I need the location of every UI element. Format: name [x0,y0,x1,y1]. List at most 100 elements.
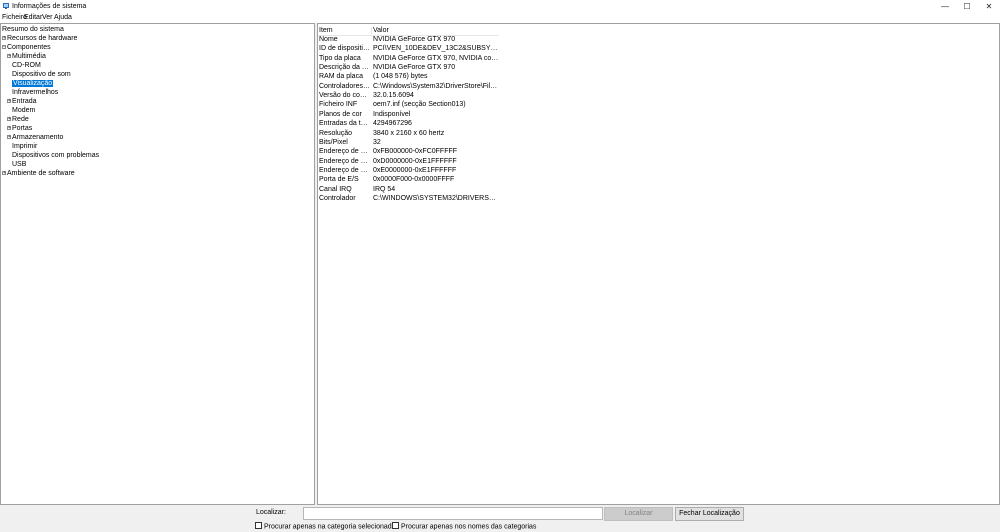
column-header-item[interactable]: Item [319,26,333,35]
tree-item-label: Armazenamento [12,134,64,141]
menu-bar: Ficheiro Editar Ver Ajuda [0,13,1000,23]
table-row[interactable]: Descrição da placaNVIDIA GeForce GTX 970 [318,63,499,72]
tree-item-infravermelhos[interactable]: Infravermelhos [12,88,58,97]
cell-item: ID de dispositivo ... [319,45,370,53]
cell-item: Ficheiro INF [319,101,358,109]
expand-plus-icon[interactable]: + [7,117,11,122]
tree-item-cdrom[interactable]: CD-ROM [12,61,41,70]
tree-item-label: Dispositivos com problemas [12,152,100,159]
table-row[interactable]: Porta de E/S 0x0000F000-0x0000FFFF [318,175,499,184]
close-button[interactable]: ✕ [978,0,1000,13]
cell-value: Indisponível [373,110,411,118]
tree-item-dispositivos-problemas[interactable]: Dispositivos com problemas [12,151,99,160]
table-row[interactable]: Endereço de me...0xD0000000-0xE1FFFFFF [318,157,499,166]
tree-item-resumo[interactable]: Resumo do sistema [2,25,64,34]
collapse-minus-icon[interactable]: − [2,45,6,50]
maximize-button[interactable]: ☐ [956,0,978,13]
cell-item: Endereço de me... [319,166,370,174]
cell-item: Nome [319,36,338,43]
cell-value: 0x0000F000-0x0000FFFF [373,176,455,184]
expand-plus-icon[interactable]: + [2,171,6,176]
tree-item-imprimir[interactable]: Imprimir [12,142,37,151]
expand-plus-icon[interactable]: + [2,36,6,41]
expand-plus-icon[interactable]: + [7,99,11,104]
tree-item-usb[interactable]: USB [12,160,26,169]
cell-value: (1 048 576) bytes [373,73,428,81]
find-bar: Localizar: Localizar Fechar Localização … [0,505,1000,531]
table-row[interactable]: Entradas da tabe...4294967296 [318,119,499,128]
tree-item-label: Dispositivo de som [12,71,71,78]
tree-item-som[interactable]: Dispositivo de som [12,70,71,79]
cell-value: oem7.inf (secção Section013) [373,101,466,109]
cell-value: IRQ 54 [373,185,396,193]
tree-item-entrada[interactable]: Entrada [12,97,37,106]
category-tree[interactable]: Resumo do sistema + Recursos de hardware… [0,23,315,505]
menu-ajuda[interactable]: Ajuda [54,14,72,22]
tree-item-label: Entrada [12,98,37,105]
table-row[interactable]: Versão do contro...32.0.15.6094 [318,91,499,100]
checkbox-label: Procurar apenas na categoria selecionada [264,523,396,531]
cell-item: Resolução [319,129,353,137]
table-row[interactable]: Ficheiro INF oem7.inf (secção Section013) [318,100,499,109]
expand-plus-icon[interactable]: + [7,54,11,59]
tree-item-label-selected: Visualização [12,80,54,87]
cell-value: C:\Windows\System32\DriverStore\FileRepo… [373,82,499,90]
table-row[interactable]: Nome NVIDIA GeForce GTX 970 [318,35,499,44]
close-find-button[interactable]: Fechar Localização [675,507,744,521]
expand-plus-icon[interactable]: + [7,135,11,140]
find-input[interactable] [303,507,603,520]
table-row[interactable]: ID de dispositivo ...PCI\VEN_10DE&DEV_13… [318,44,499,53]
tree-item-label: Componentes [7,44,51,51]
tree-item-modem[interactable]: Modem [12,106,35,115]
cell-value: 4294967296 [373,120,412,128]
minimize-button[interactable]: — [934,0,956,13]
table-row[interactable]: Tipo da placa NVIDIA GeForce GTX 970, NVI… [318,54,499,63]
tree-item-label: Resumo do sistema [2,26,64,33]
column-resize-handle[interactable] [371,27,372,34]
tree-item-label: Modem [12,107,36,114]
system-info-icon [3,3,9,9]
table-row[interactable]: Controladores in...C:\Windows\System32\D… [318,82,499,91]
table-row[interactable]: Bits/Pixel 32 [318,138,499,147]
tree-item-armazenamento[interactable]: Armazenamento [12,133,63,142]
tree-item-label: Rede [12,116,29,123]
cell-item: Tipo da placa [319,54,361,62]
checkbox-icon[interactable] [255,522,262,529]
tree-item-portas[interactable]: Portas [12,124,32,133]
table-row[interactable]: Planos de cor Indisponível [318,110,499,119]
cell-item: Controladores in... [319,82,370,90]
table-row[interactable]: Resolução 3840 x 2160 x 60 hertz [318,129,499,138]
cell-item: Entradas da tabe... [319,120,370,128]
tree-item-recursos-hardware[interactable]: Recursos de hardware [7,34,77,43]
column-header-valor[interactable]: Valor [373,26,389,35]
window-title: Informações de sistema [12,3,87,10]
cell-value: C:\WINDOWS\SYSTEM32\DRIVERSTORE\FIL... [373,194,499,202]
find-button[interactable]: Localizar [604,507,673,521]
checkbox-icon[interactable] [392,522,399,529]
cell-item: Bits/Pixel [319,138,348,146]
table-row[interactable]: Controlador C:\WINDOWS\SYSTEM32\DRIVERSTO… [318,194,499,203]
title-bar: Informações de sistema — ☐ ✕ [0,0,1000,13]
table-row[interactable]: RAM da placa (1 048 576) bytes [318,72,499,81]
expand-plus-icon[interactable]: + [7,126,11,131]
tree-item-label: Portas [12,125,33,132]
tree-item-label: Imprimir [12,143,38,150]
cell-value: 3840 x 2160 x 60 hertz [373,129,445,137]
tree-item-multimedia[interactable]: Multimédia [12,52,46,61]
menu-editar[interactable]: Editar [24,14,42,22]
cell-item: Endereço de me... [319,157,370,165]
table-row[interactable]: Endereço de me...0xE0000000-0xE1FFFFFF [318,166,499,175]
tree-item-rede[interactable]: Rede [12,115,29,124]
tree-item-visualizacao[interactable]: Visualização [12,79,54,88]
cell-item: Planos de cor [319,110,362,118]
cell-value: 32 [373,138,381,146]
table-row[interactable]: Canal IRQ IRQ 54 [318,185,499,194]
details-list[interactable]: Item Valor Nome NVIDIA GeForce GTX 970 ID … [317,23,1000,505]
menu-ver[interactable]: Ver [42,14,53,22]
tree-item-ambiente-software[interactable]: Ambiente de software [7,169,75,178]
cell-item: Descrição da placa [319,64,370,72]
tree-item-componentes[interactable]: Componentes [7,43,51,52]
tree-item-label: Multimédia [12,53,46,60]
cell-item: RAM da placa [319,73,363,81]
table-row[interactable]: Endereço de me...0xFB000000-0xFC0FFFFF [318,147,499,156]
